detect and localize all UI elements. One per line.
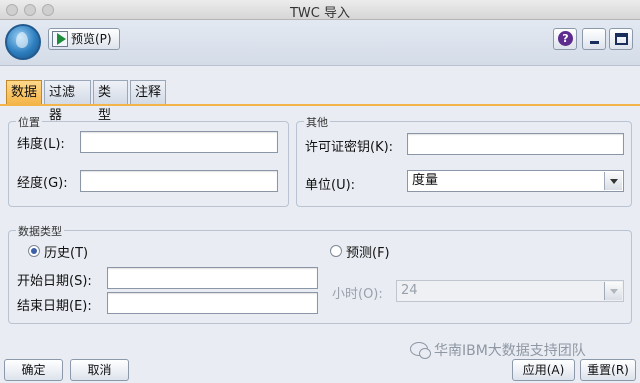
end-date-label: 结束日期(E): <box>17 299 92 314</box>
preview-button-label: 预览(P) <box>71 32 112 46</box>
end-date-input[interactable] <box>107 292 318 314</box>
minimize-icon <box>590 41 599 44</box>
tab-data[interactable]: 数据 <box>6 80 42 104</box>
preview-button[interactable]: 预览(P) <box>48 28 120 50</box>
maximize-icon <box>615 33 628 45</box>
chevron-down-icon <box>604 282 622 300</box>
start-date-input[interactable] <box>107 267 318 289</box>
data-type-group: 数据类型 <box>8 223 632 324</box>
ok-button[interactable]: 确定 <box>4 359 63 381</box>
tab-filter[interactable]: 过滤器 <box>44 80 91 123</box>
cancel-button[interactable]: 取消 <box>70 359 129 381</box>
forecast-radio[interactable] <box>330 245 342 257</box>
latitude-label: 纬度(L): <box>17 137 65 152</box>
minimize-panel-button[interactable] <box>582 28 606 50</box>
tab-data-label: 数据 <box>11 85 38 100</box>
longitude-input[interactable] <box>80 170 278 192</box>
other-group-title: 其他 <box>304 114 330 130</box>
help-button[interactable]: ? <box>553 28 577 50</box>
hours-select-value: 24 <box>401 283 418 298</box>
license-key-label: 许可证密钥(K): <box>305 140 394 155</box>
unit-select[interactable]: 度量 <box>407 170 624 192</box>
tab-annotation-label: 注释 <box>135 85 162 100</box>
forecast-radio-label[interactable]: 预测(F) <box>346 242 390 261</box>
location-group-title: 位置 <box>16 114 42 130</box>
longitude-label: 经度(G): <box>17 176 68 191</box>
window-title: TWC 导入 <box>289 6 350 21</box>
history-radio[interactable] <box>28 245 40 257</box>
tab-type[interactable]: 类型 <box>93 80 128 123</box>
apply-button[interactable]: 应用(A) <box>512 359 575 381</box>
app-logo-icon <box>5 24 41 60</box>
maximize-panel-button[interactable] <box>609 28 633 50</box>
watermark-text: 华南IBM大数据支持团队 <box>434 343 586 359</box>
hours-select: 24 <box>396 280 624 302</box>
tab-annotation[interactable]: 注释 <box>130 80 166 104</box>
license-key-input[interactable] <box>407 133 624 155</box>
window-titlebar: TWC 导入 <box>0 0 640 21</box>
unit-select-value: 度量 <box>412 173 439 188</box>
play-icon <box>57 33 66 45</box>
latitude-input[interactable] <box>80 131 278 153</box>
history-radio-label[interactable]: 历史(T) <box>44 242 88 261</box>
wechat-icon <box>410 342 431 359</box>
chevron-down-icon <box>604 172 622 190</box>
hours-label: 小时(O): <box>332 287 383 302</box>
toolbar: 预览(P) ? <box>0 20 640 66</box>
data-type-group-title: 数据类型 <box>16 223 64 239</box>
tab-underline <box>0 104 640 106</box>
watermark: 华南IBM大数据支持团队 <box>410 340 586 360</box>
start-date-label: 开始日期(S): <box>17 274 92 289</box>
unit-label: 单位(U): <box>305 178 356 193</box>
help-icon: ? <box>558 31 573 46</box>
reset-button[interactable]: 重置(R) <box>580 359 636 381</box>
